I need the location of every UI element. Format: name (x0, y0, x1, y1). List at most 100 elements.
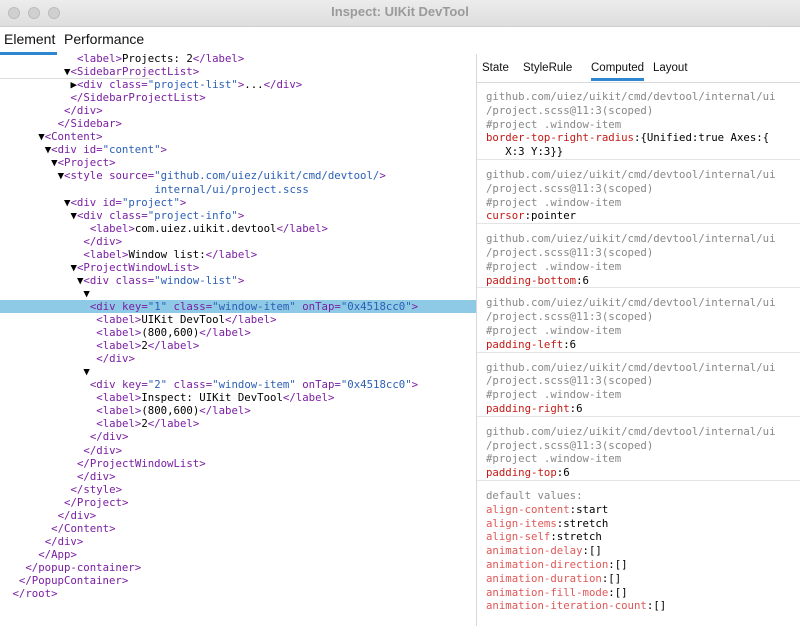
title-bar: Inspect: UIKit DevTool (0, 0, 800, 27)
style-value: 6 (563, 466, 570, 480)
tree-node[interactable]: ▼<SidebarProjectList> (0, 65, 476, 78)
style-rule[interactable]: github.com/uiez/uikit/cmd/devtool/intern… (477, 163, 800, 225)
tree-node[interactable]: </div> (0, 444, 476, 457)
tree-node[interactable]: </div> (0, 509, 476, 522)
tab-layout[interactable]: Layout (653, 62, 688, 74)
style-declaration: align-self:stretch (486, 530, 791, 544)
tag-punct: > (115, 482, 122, 496)
tree-node[interactable]: ▼<Content> (0, 130, 476, 143)
style-rule[interactable]: github.com/uiez/uikit/cmd/devtool/intern… (477, 291, 800, 353)
tree-node[interactable]: <label>2</label> (0, 339, 476, 352)
collapse-toggle-icon[interactable]: ▼ (83, 365, 89, 378)
tag-punct: </ (57, 508, 71, 522)
tab-element[interactable]: Element (0, 31, 58, 55)
tree-node[interactable]: </Content> (0, 522, 476, 535)
tag-name: label (102, 326, 135, 340)
tree-node[interactable]: </div> (0, 104, 476, 117)
collapse-toggle-icon[interactable]: ▼ (83, 287, 89, 300)
tree-node-selected[interactable]: <div key="1" class="window-item" onTap="… (0, 299, 476, 313)
attr-name: key= (115, 299, 148, 313)
tag-punct: > (115, 117, 122, 131)
tab-stylerule[interactable]: StyleRule (523, 62, 572, 74)
tree-node[interactable]: </div> (0, 535, 476, 548)
tree-node[interactable]: ▼<style source="github.com/uiez/uikit/cm… (0, 169, 476, 182)
tree-node[interactable]: </SidebarProjectList> (0, 91, 476, 104)
tag-name: label (237, 313, 271, 326)
tab-state[interactable]: State (482, 62, 509, 74)
style-value: [] (653, 599, 667, 613)
style-value: X:3 Y:3}} (486, 145, 564, 159)
tag-punct: </ (12, 587, 26, 601)
style-rule[interactable]: github.com/uiez/uikit/cmd/devtool/intern… (477, 227, 800, 289)
tree-node[interactable]: </div> (0, 430, 476, 443)
tree-node[interactable]: </style> (0, 483, 476, 496)
tab-performance[interactable]: Performance (64, 31, 144, 47)
tag-name: label (96, 221, 129, 235)
tree-node[interactable]: <label>com.uiez.uikit.devtool</label> (0, 222, 476, 235)
element-tree[interactable]: <label>Projects: 2</label> ▼<SidebarProje… (0, 54, 476, 626)
tree-node[interactable]: ▼<div id="content"> (0, 143, 476, 156)
tree-node[interactable]: ▼<div class="window-list"> (0, 274, 476, 287)
tree-node[interactable]: internal/ui/project.scss (0, 183, 476, 196)
tree-node[interactable]: </root> (0, 587, 476, 600)
tag-punct: > (244, 404, 251, 418)
attr-name: class= (109, 273, 155, 287)
style-rule[interactable]: github.com/uiez/uikit/cmd/devtool/intern… (477, 85, 800, 160)
tree-node[interactable]: </div> (0, 470, 476, 483)
tree-node[interactable]: </div> (0, 235, 476, 248)
style-value: stretch (556, 530, 602, 544)
tree-node[interactable]: ▼<div class="project-info"> (0, 209, 476, 222)
tag-punct: > (237, 273, 245, 287)
tree-node[interactable]: <label>Window list:</label> (0, 248, 476, 261)
tree-node[interactable]: <label>(800,600)</label> (0, 326, 476, 339)
tree-node[interactable]: </PopupContainer> (0, 574, 476, 587)
tree-node[interactable]: </ProjectWindowList> (0, 457, 476, 470)
tree-node[interactable]: <div key="2" class="window-item" onTap="… (0, 378, 476, 391)
tree-node[interactable]: </Sidebar> (0, 117, 476, 130)
style-value: [] (614, 557, 628, 571)
tree-node[interactable]: </Project> (0, 496, 476, 509)
tree-node[interactable]: ▼<Project> (0, 156, 476, 169)
tree-node[interactable]: <label>(800,600)</label> (0, 404, 476, 417)
attr-value: "1" (147, 299, 168, 313)
tree-node[interactable]: </App> (0, 548, 476, 561)
tag-punct: </ (225, 313, 238, 326)
attr-value: "2" (147, 378, 168, 392)
tag-name: Project (64, 156, 110, 170)
tree-node[interactable]: </popup-container> (0, 561, 476, 574)
tree-node[interactable]: <label>Projects: 2</label> (0, 54, 476, 65)
tree-node[interactable]: </div> (0, 352, 476, 365)
tag-name: label (289, 221, 322, 235)
tree-node[interactable]: <label>2</label> (0, 417, 476, 430)
node-text: (800,600) (141, 404, 200, 418)
tag-name: div (96, 299, 116, 313)
node-text: (800,600) (141, 326, 200, 340)
rule-source: github.com/uiez/uikit/cmd/devtool/intern… (486, 232, 776, 246)
tab-computed[interactable]: Computed (591, 62, 645, 81)
style-property: animation-direction (486, 557, 609, 571)
tree-node[interactable]: <label>UIKit DevTool</label> (0, 313, 476, 326)
style-rule[interactable]: github.com/uiez/uikit/cmd/devtool/intern… (477, 356, 800, 417)
style-property: padding-bottom (486, 273, 577, 287)
rule-source: /project.scss@11:3(scoped) (486, 438, 654, 452)
tree-node[interactable]: ▶<div class="project-list">...</div> (0, 78, 476, 91)
tree-node[interactable]: <label>Inspect: UIKit DevTool</label> (0, 391, 476, 404)
style-rule[interactable]: github.com/uiez/uikit/cmd/devtool/intern… (477, 420, 800, 481)
tree-node[interactable]: ▼<div id="project"> (0, 196, 476, 209)
rule-selector: #project .window-item (486, 195, 622, 209)
style-declaration: padding-right:6 (486, 402, 791, 416)
tree-node[interactable]: ▼ (0, 287, 476, 300)
rule-selector: #project .window-item (486, 323, 622, 337)
tag-name: div (89, 469, 110, 483)
style-property: border-top-right-radius (486, 131, 634, 145)
tree-node[interactable]: ▼ (0, 365, 476, 378)
tag-name: Content (64, 521, 110, 535)
tag-punct: > (250, 247, 258, 261)
style-value: [] (614, 585, 628, 599)
style-declaration: align-items:stretch (486, 517, 791, 531)
node-text: com.uiez.uikit.devtool (134, 221, 277, 235)
tree-node[interactable]: ▼<ProjectWindowList> (0, 261, 476, 274)
tag-name: style (70, 169, 103, 183)
tag-name: label (83, 54, 116, 65)
attr-value: "project" (121, 195, 180, 209)
